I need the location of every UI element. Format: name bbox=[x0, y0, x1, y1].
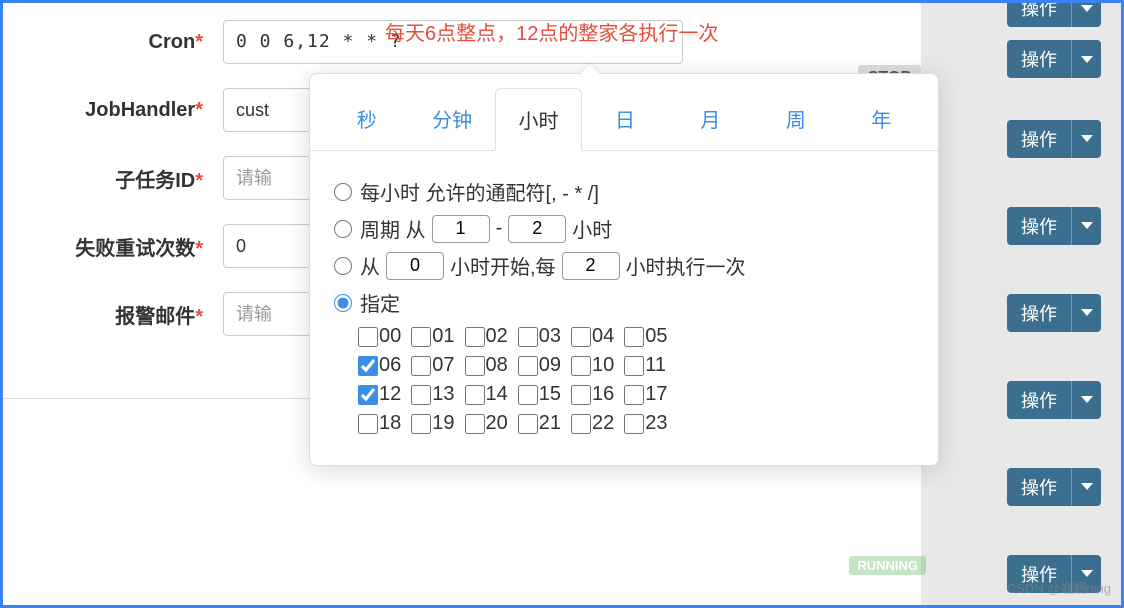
tab-day[interactable]: 日 bbox=[582, 88, 667, 150]
chevron-down-icon bbox=[1071, 40, 1101, 78]
cron-tabs: 秒 分钟 小时 日 月 周 年 bbox=[310, 88, 938, 151]
hour-checkbox-21[interactable] bbox=[518, 414, 538, 434]
hour-check-07[interactable]: 07 bbox=[411, 354, 454, 377]
retry-label: 失败重试次数* bbox=[23, 232, 223, 261]
hour-check-23[interactable]: 23 bbox=[624, 412, 667, 435]
opt-start-radio[interactable] bbox=[334, 257, 352, 275]
hour-checkbox-07[interactable] bbox=[411, 356, 431, 376]
tab-hour-body: 每小时 允许的通配符[, - * /] 周期 从 - 小时 从 小时开始,每 小… bbox=[310, 151, 938, 465]
watermark: CSDN @蝈蝈ning bbox=[1007, 578, 1111, 597]
hour-checkbox-02[interactable] bbox=[465, 327, 485, 347]
app-frame: STOP RUNNING 操作 操作 操作 操作 操作 操作 操作 操作 Cro… bbox=[0, 0, 1124, 608]
action-button-5[interactable]: 操作 bbox=[1007, 381, 1101, 419]
alarm-label: 报警邮件* bbox=[23, 300, 223, 329]
hour-check-10[interactable]: 10 bbox=[571, 354, 614, 377]
tab-hour[interactable]: 小时 bbox=[495, 88, 582, 151]
hour-checkbox-05[interactable] bbox=[624, 327, 644, 347]
hour-check-01[interactable]: 01 bbox=[411, 325, 454, 348]
hour-check-12[interactable]: 12 bbox=[358, 383, 401, 406]
action-button-4[interactable]: 操作 bbox=[1007, 294, 1101, 332]
hour-check-08[interactable]: 08 bbox=[465, 354, 508, 377]
hour-checkbox-11[interactable] bbox=[624, 356, 644, 376]
running-badge: RUNNING bbox=[849, 556, 926, 575]
cycle-to-input[interactable] bbox=[508, 215, 566, 243]
hour-checkbox-22[interactable] bbox=[571, 414, 591, 434]
cron-label: Cron* bbox=[23, 31, 223, 54]
hour-checkbox-03[interactable] bbox=[518, 327, 538, 347]
start-from-input[interactable] bbox=[386, 252, 444, 280]
chevron-down-icon bbox=[1071, 120, 1101, 158]
hour-check-19[interactable]: 19 bbox=[411, 412, 454, 435]
hour-checkbox-23[interactable] bbox=[624, 414, 644, 434]
chevron-down-icon bbox=[1071, 294, 1101, 332]
start-step-input[interactable] bbox=[562, 252, 620, 280]
hour-checkbox-04[interactable] bbox=[571, 327, 591, 347]
hour-check-20[interactable]: 20 bbox=[465, 412, 508, 435]
hour-checkbox-08[interactable] bbox=[465, 356, 485, 376]
tab-minute[interactable]: 分钟 bbox=[409, 88, 494, 150]
hour-check-02[interactable]: 02 bbox=[465, 325, 508, 348]
hour-checkbox-18[interactable] bbox=[358, 414, 378, 434]
hour-check-16[interactable]: 16 bbox=[571, 383, 614, 406]
opt-spec-label: 指定 bbox=[360, 288, 400, 317]
cycle-from-input[interactable] bbox=[432, 215, 490, 243]
chevron-down-icon bbox=[1071, 381, 1101, 419]
hour-check-22[interactable]: 22 bbox=[571, 412, 614, 435]
hour-checkbox-14[interactable] bbox=[465, 385, 485, 405]
action-button-6[interactable]: 操作 bbox=[1007, 468, 1101, 506]
opt-start-row[interactable]: 从 小时开始,每 小时执行一次 bbox=[334, 251, 914, 280]
hour-checkbox-09[interactable] bbox=[518, 356, 538, 376]
hour-check-00[interactable]: 00 bbox=[358, 325, 401, 348]
hour-check-14[interactable]: 14 bbox=[465, 383, 508, 406]
tab-month[interactable]: 月 bbox=[668, 88, 753, 150]
hour-checkbox-01[interactable] bbox=[411, 327, 431, 347]
opt-spec-radio[interactable] bbox=[334, 294, 352, 312]
hour-checkbox-06[interactable] bbox=[358, 356, 378, 376]
hour-check-15[interactable]: 15 bbox=[518, 383, 561, 406]
hour-check-grid: 00 01 02 03 04 05 06 07 08 09 10 11 12 13 14 15 16 17 18 19… bbox=[358, 325, 914, 435]
hour-check-03[interactable]: 03 bbox=[518, 325, 561, 348]
popover-arrow-icon bbox=[580, 64, 600, 74]
hour-checkbox-15[interactable] bbox=[518, 385, 538, 405]
tab-year[interactable]: 年 bbox=[839, 88, 924, 150]
action-buttons-column: 操作 操作 操作 操作 操作 操作 操作 操作 bbox=[1007, 3, 1101, 608]
hour-checkbox-17[interactable] bbox=[624, 385, 644, 405]
hour-check-04[interactable]: 04 bbox=[571, 325, 614, 348]
subtask-label: 子任务ID* bbox=[23, 164, 223, 193]
opt-spec-row[interactable]: 指定 bbox=[334, 288, 914, 317]
hour-check-18[interactable]: 18 bbox=[358, 412, 401, 435]
cron-note: 每天6点整点，12点的整家各执行一次 bbox=[385, 17, 718, 46]
chevron-down-icon bbox=[1071, 207, 1101, 245]
hour-checkbox-13[interactable] bbox=[411, 385, 431, 405]
tab-second[interactable]: 秒 bbox=[324, 88, 409, 150]
hour-check-05[interactable]: 05 bbox=[624, 325, 667, 348]
hour-check-06[interactable]: 06 bbox=[358, 354, 401, 377]
jobhandler-label: JobHandler* bbox=[23, 99, 223, 122]
opt-every-row[interactable]: 每小时 允许的通配符[, - * /] bbox=[334, 177, 914, 206]
opt-cycle-radio[interactable] bbox=[334, 220, 352, 238]
action-button-3[interactable]: 操作 bbox=[1007, 207, 1101, 245]
action-button-1[interactable]: 操作 bbox=[1007, 40, 1101, 78]
hour-check-13[interactable]: 13 bbox=[411, 383, 454, 406]
cron-popover: 秒 分钟 小时 日 月 周 年 每小时 允许的通配符[, - * /] 周期 从… bbox=[309, 73, 939, 466]
opt-every-radio[interactable] bbox=[334, 183, 352, 201]
hour-checkbox-12[interactable] bbox=[358, 385, 378, 405]
hour-check-17[interactable]: 17 bbox=[624, 383, 667, 406]
action-button-2[interactable]: 操作 bbox=[1007, 120, 1101, 158]
hour-checkbox-20[interactable] bbox=[465, 414, 485, 434]
tab-week[interactable]: 周 bbox=[753, 88, 838, 150]
chevron-down-icon bbox=[1071, 468, 1101, 506]
hour-checkbox-16[interactable] bbox=[571, 385, 591, 405]
hour-checkbox-10[interactable] bbox=[571, 356, 591, 376]
hour-check-11[interactable]: 11 bbox=[624, 354, 666, 377]
opt-cycle-row[interactable]: 周期 从 - 小时 bbox=[334, 214, 914, 243]
hour-check-21[interactable]: 21 bbox=[518, 412, 561, 435]
hour-checkbox-00[interactable] bbox=[358, 327, 378, 347]
hour-checkbox-19[interactable] bbox=[411, 414, 431, 434]
opt-every-label: 每小时 允许的通配符[, - * /] bbox=[360, 177, 599, 206]
hour-check-09[interactable]: 09 bbox=[518, 354, 561, 377]
